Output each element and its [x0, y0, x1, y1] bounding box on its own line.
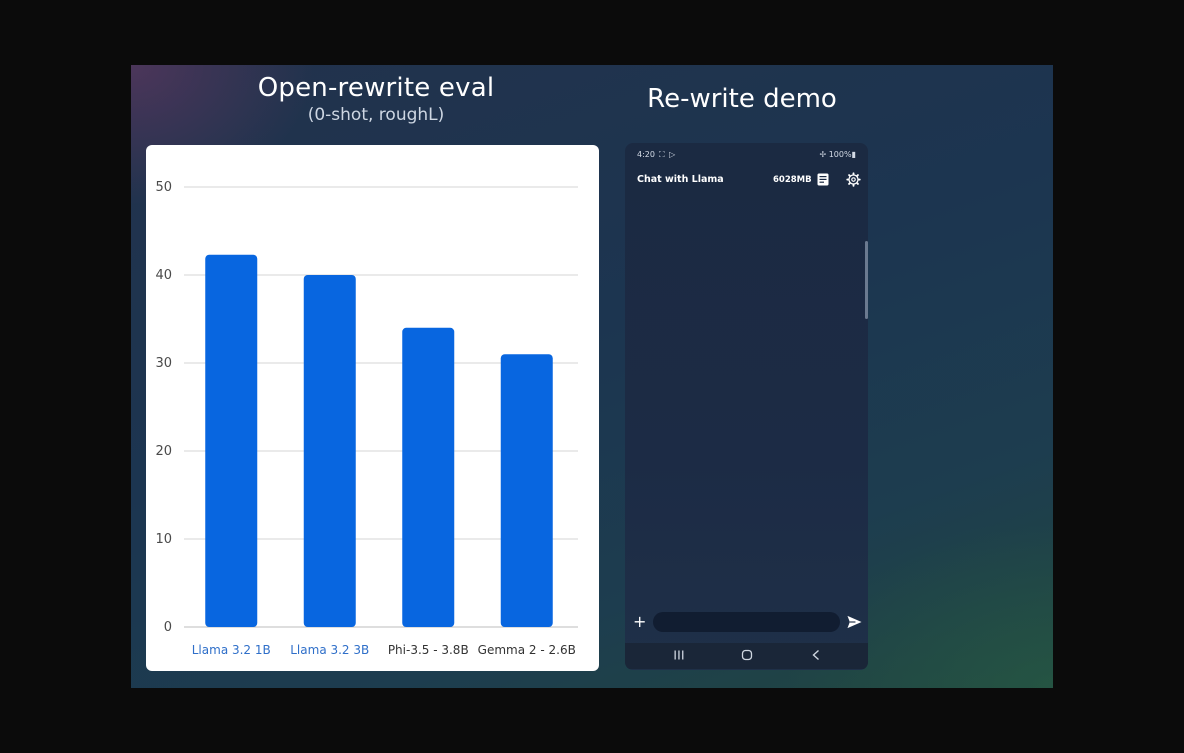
chart-title: Open-rewrite eval — [257, 73, 495, 103]
message-input-bar: + — [625, 609, 868, 639]
phone-screen: 4:20 ⛶ ▷ ✢ 100%▮ Chat with Llama 6028MB — [625, 143, 868, 670]
chat-header: Chat with Llama 6028MB — [625, 169, 868, 191]
message-input[interactable] — [653, 612, 840, 632]
gear-icon[interactable] — [846, 172, 861, 187]
x-tick-label: Gemma 2 - 2.6B — [478, 643, 576, 657]
send-icon[interactable] — [847, 615, 862, 629]
demo-title: Re-write demo — [647, 84, 837, 114]
bar — [500, 354, 553, 627]
y-tick-label: 20 — [155, 444, 172, 459]
status-time: 4:20 — [637, 150, 655, 159]
x-tick-label: Phi-3.5 - 3.8B — [388, 643, 469, 657]
android-nav-bar — [625, 643, 868, 669]
status-bar: 4:20 ⛶ ▷ ✢ 100%▮ — [625, 143, 868, 165]
slide: Open-rewrite eval (0-shot, roughL) Re-wr… — [131, 65, 1053, 688]
recent-apps-icon[interactable] — [673, 649, 685, 661]
memory-readout: 6028MB — [773, 175, 812, 185]
x-tick-label: Llama 3.2 3B — [290, 643, 369, 657]
chart-subtitle: (0-shot, roughL) — [307, 105, 445, 125]
y-tick-label: 50 — [155, 180, 172, 195]
x-tick-label: Llama 3.2 1B — [192, 643, 271, 657]
chat-scrollbar[interactable] — [865, 241, 868, 319]
chat-title: Chat with Llama — [637, 174, 724, 185]
home-icon[interactable] — [741, 649, 753, 661]
y-tick-label: 30 — [155, 356, 172, 371]
bar — [402, 327, 455, 627]
bar-chart: 0 10 20 30 40 50 Llama 3.2 1B Llama 3.2 3B Phi-3… — [155, 180, 578, 657]
add-attachment-button[interactable]: + — [633, 612, 646, 631]
status-icons: ⛶ ▷ — [659, 150, 677, 159]
document-icon[interactable] — [817, 173, 829, 186]
back-icon[interactable] — [811, 649, 821, 661]
y-tick-label: 10 — [155, 532, 172, 547]
chart-card: 0 10 20 30 40 50 Llama 3.2 1B Llama 3.2 3B Phi-3… — [146, 145, 599, 671]
bar — [303, 275, 356, 627]
y-tick-label: 40 — [155, 268, 172, 283]
bar — [205, 254, 258, 627]
y-tick-label: 0 — [164, 620, 172, 635]
battery-status: ✢ 100%▮ — [819, 150, 856, 159]
